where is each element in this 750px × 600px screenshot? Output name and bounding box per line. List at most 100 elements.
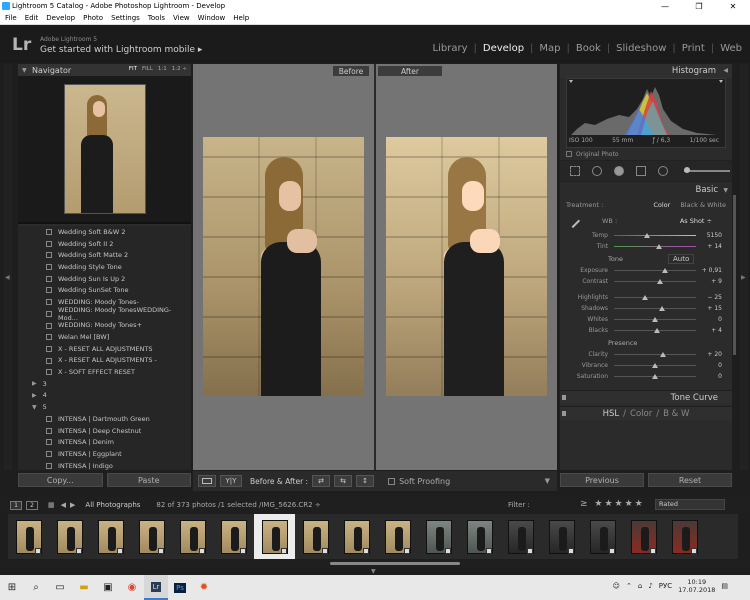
menu-file[interactable]: File xyxy=(5,14,17,22)
filmstrip-thumbnail[interactable] xyxy=(172,514,213,559)
tray-chevron-icon[interactable]: ⌃ xyxy=(626,582,632,590)
rating-filter[interactable]: ≥ ★★★★★ xyxy=(580,499,645,509)
slider-track[interactable] xyxy=(614,233,696,238)
filmstrip-thumbnail[interactable] xyxy=(49,514,90,559)
right-panel-scrollbar[interactable] xyxy=(733,195,736,355)
toolbar-menu-caret-icon[interactable]: ▼ xyxy=(545,477,550,485)
network-icon[interactable]: ⌂ xyxy=(638,582,642,590)
slider-contrast[interactable]: Contrast + 9 xyxy=(560,276,732,287)
slider-value[interactable]: + 0,91 xyxy=(702,267,722,274)
loupe-view-button[interactable] xyxy=(198,475,216,487)
filmstrip-thumbnail[interactable] xyxy=(541,514,582,559)
slider-track[interactable] xyxy=(614,295,696,300)
slider-shadows[interactable]: Shadows + 15 xyxy=(560,303,732,314)
paste-button[interactable]: Paste xyxy=(106,473,191,487)
filmstrip-thumbnail[interactable] xyxy=(213,514,254,559)
left-panel-toggle[interactable]: ◀ xyxy=(4,64,12,470)
mobile-promo-link[interactable]: Get started with Lightroom mobile ▸ xyxy=(40,45,202,55)
menu-window[interactable]: Window xyxy=(198,14,226,22)
slider-knob[interactable] xyxy=(653,328,660,333)
copy-after-to-before-button[interactable]: ⇆ xyxy=(334,475,353,487)
photoshop-taskbar-icon[interactable]: Ps xyxy=(168,575,192,600)
histogram-header[interactable]: Histogram ◀ xyxy=(560,64,732,78)
slider-knob[interactable] xyxy=(656,279,663,284)
hsl-header[interactable]: HSL / Color / B & W xyxy=(560,406,732,420)
navigator-preview[interactable] xyxy=(18,76,191,224)
filmstrip-thumbnail[interactable] xyxy=(131,514,172,559)
slider-knob[interactable] xyxy=(652,317,658,322)
slider-knob[interactable] xyxy=(652,363,658,368)
slider-value[interactable]: 5150 xyxy=(707,232,722,239)
before-photo[interactable] xyxy=(203,137,364,396)
preset-item[interactable]: INTENSA | Deep Chestnut xyxy=(18,425,191,437)
red-eye-tool-icon[interactable] xyxy=(614,166,624,176)
slider-value[interactable]: − 25 xyxy=(707,294,722,301)
close-button[interactable]: ✕ xyxy=(716,0,750,12)
language-indicator[interactable]: РУС xyxy=(659,582,672,590)
slider-blacks[interactable]: Blacks + 4 xyxy=(560,325,732,336)
people-icon[interactable]: ☺ xyxy=(613,582,620,590)
slider-knob[interactable] xyxy=(661,268,668,273)
filmstrip-thumbnail[interactable] xyxy=(8,514,49,559)
eyedropper-icon[interactable] xyxy=(565,213,581,229)
module-web[interactable]: Web xyxy=(720,43,742,54)
tone-curve-header[interactable]: Tone Curve xyxy=(560,390,732,404)
filmstrip-thumbnail[interactable] xyxy=(254,514,295,559)
filmstrip-scrollbar[interactable] xyxy=(330,562,460,565)
filmstrip-thumbnail[interactable] xyxy=(336,514,377,559)
preset-item[interactable]: WEDDING: Moody Tones+ xyxy=(18,320,191,332)
preset-item[interactable]: INTENSA | Indigo xyxy=(18,460,191,470)
volume-icon[interactable]: ♪ xyxy=(648,582,652,590)
lightroom-taskbar-icon[interactable]: Lr xyxy=(144,575,168,600)
slider-value[interactable]: + 14 xyxy=(707,243,722,250)
slider-temp[interactable]: Temp 5150 xyxy=(560,230,732,241)
chrome-icon[interactable]: ◉ xyxy=(120,575,144,600)
zoom-fill[interactable]: FILL xyxy=(142,66,153,72)
radial-filter-icon[interactable] xyxy=(658,166,668,176)
slider-tint[interactable]: Tint + 14 xyxy=(560,241,732,252)
original-photo-checkbox[interactable] xyxy=(566,151,572,157)
minimize-button[interactable]: — xyxy=(648,0,682,12)
main-window-button[interactable]: 1 xyxy=(10,500,22,510)
slider-track[interactable] xyxy=(614,268,696,273)
copy-button[interactable]: Copy... xyxy=(18,473,103,487)
filmstrip-thumbnail[interactable] xyxy=(623,514,664,559)
right-panel-toggle[interactable]: ▶ xyxy=(740,64,748,470)
filter-preset-dropdown[interactable]: Rated xyxy=(655,499,725,510)
module-slideshow[interactable]: Slideshow xyxy=(616,43,666,54)
graduated-filter-icon[interactable] xyxy=(636,166,646,176)
slider-track[interactable] xyxy=(614,317,696,322)
preset-item[interactable]: Wedding SunSet Tone xyxy=(18,284,191,296)
preset-item[interactable]: X - RESET ALL ADJUSTMENTS - xyxy=(18,355,191,367)
hsl-tab[interactable]: HSL xyxy=(603,409,620,419)
slider-track[interactable] xyxy=(614,363,696,368)
preset-item[interactable]: Welan Mel [BW] xyxy=(18,331,191,343)
slider-highlights[interactable]: Highlights − 25 xyxy=(560,292,732,303)
preset-item[interactable]: X - RESET ALL ADJUSTMENTS xyxy=(18,343,191,355)
menu-photo[interactable]: Photo xyxy=(83,14,103,22)
slider-track[interactable] xyxy=(614,352,696,357)
preset-item[interactable]: INTENSA | Denim xyxy=(18,436,191,448)
slider-value[interactable]: 0 xyxy=(718,362,722,369)
basic-panel-header[interactable]: Basic ▼ xyxy=(560,182,732,198)
module-library[interactable]: Library xyxy=(433,43,468,54)
compare-view[interactable]: Before After xyxy=(193,64,557,470)
filmstrip-thumbnail[interactable] xyxy=(459,514,500,559)
after-photo[interactable] xyxy=(386,137,547,396)
preset-item[interactable]: Wedding Soft B&W 2 xyxy=(18,226,191,238)
slider-knob[interactable] xyxy=(658,306,665,311)
slider-value[interactable]: + 15 xyxy=(707,305,722,312)
previous-button[interactable]: Previous xyxy=(560,473,644,487)
store-icon[interactable]: ▣ xyxy=(96,575,120,600)
preset-item[interactable]: Wedding Soft II 2 xyxy=(18,238,191,250)
second-window-button[interactable]: 2 xyxy=(26,500,38,510)
menu-develop[interactable]: Develop xyxy=(46,14,75,22)
slider-knob[interactable] xyxy=(660,352,667,357)
maximize-button[interactable]: ❐ xyxy=(682,0,716,12)
forward-arrow-icon[interactable]: ▶ xyxy=(70,501,75,509)
photo-count[interactable]: 82 of 373 photos /1 selected /IMG_5626.C… xyxy=(156,501,320,509)
preset-item[interactable]: X - SOFT EFFECT RESET xyxy=(18,366,191,378)
filmstrip-thumbnail[interactable] xyxy=(500,514,541,559)
filmstrip-thumbnail[interactable] xyxy=(664,514,705,559)
original-photo-toggle[interactable]: Original Photo xyxy=(560,148,732,160)
